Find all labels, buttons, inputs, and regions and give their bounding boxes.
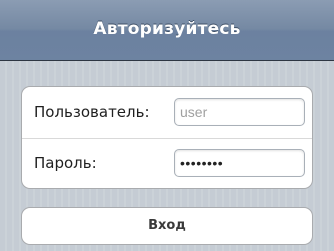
login-button[interactable]: Вход	[21, 207, 313, 245]
password-label: Пароль:	[34, 154, 97, 172]
navigation-bar: Авторизуйтесь	[0, 0, 334, 61]
password-input[interactable]	[174, 149, 305, 177]
password-row: Пароль:	[22, 138, 312, 188]
login-form-group: Пользователь: Пароль:	[21, 86, 313, 189]
username-label: Пользователь:	[34, 103, 150, 121]
page-title: Авторизуйтесь	[93, 19, 241, 39]
username-row: Пользователь:	[22, 87, 312, 139]
username-input[interactable]	[174, 98, 305, 126]
